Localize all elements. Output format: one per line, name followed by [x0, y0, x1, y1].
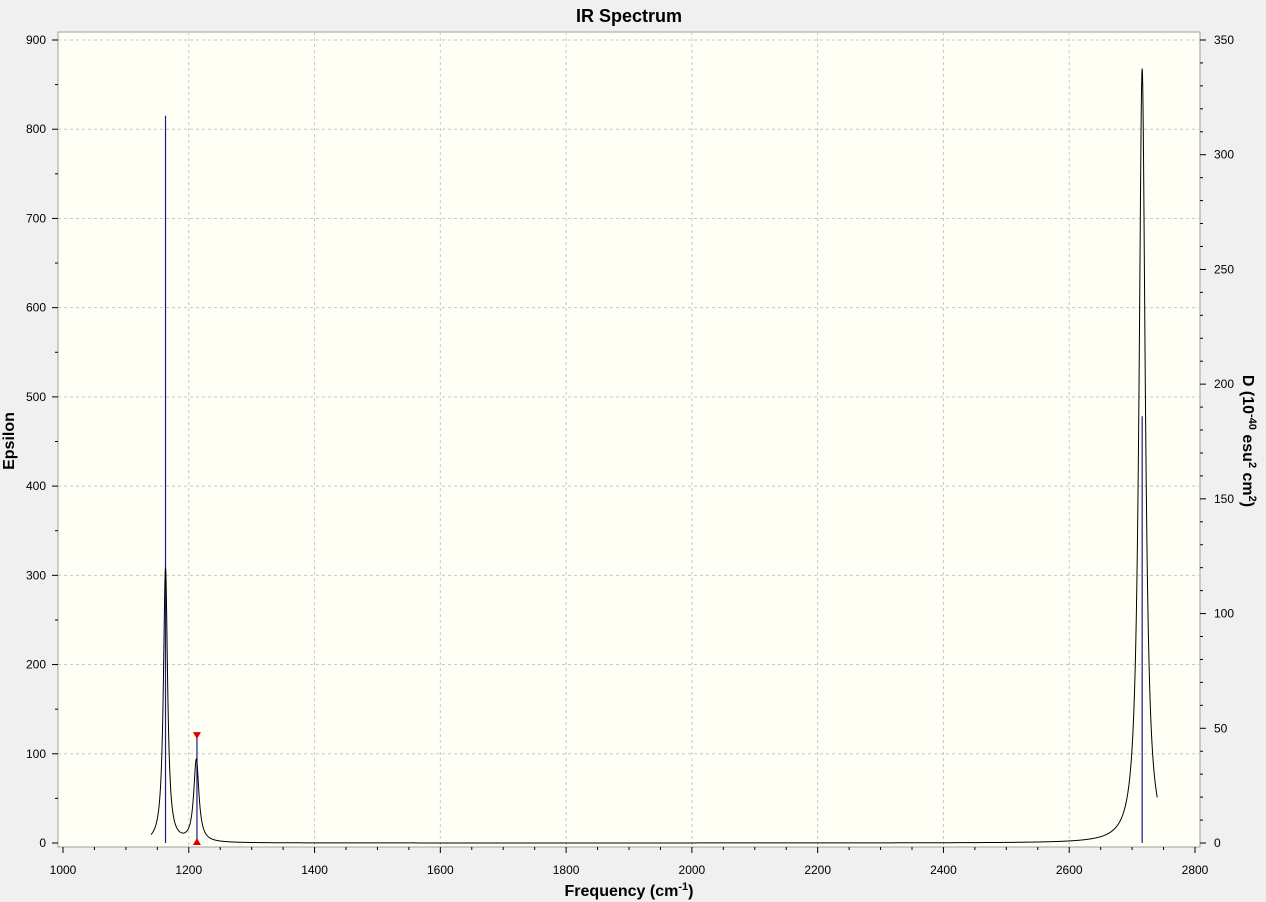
chart-title: IR Spectrum [576, 6, 682, 26]
y2-tick-label: 350 [1214, 33, 1234, 47]
x-tick-label: 1200 [175, 863, 202, 877]
y-tick-label: 600 [26, 301, 46, 315]
x-tick-label: 1800 [553, 863, 580, 877]
x-axis-title: Frequency (cm-1) [565, 881, 694, 900]
y2-tick-label: 150 [1214, 492, 1234, 506]
y-tick-label: 900 [26, 33, 46, 47]
y-axis-title: Epsilon [1, 412, 18, 470]
y-tick-label: 400 [26, 479, 46, 493]
x-tick-label: 2200 [804, 863, 831, 877]
x-tick-label: 2400 [930, 863, 957, 877]
x-tick-label: 2800 [1182, 863, 1209, 877]
y2-tick-label: 100 [1214, 607, 1234, 621]
x-tick-label: 1600 [427, 863, 454, 877]
x-axis: 1000 1200 1400 1600 1800 2000 2200 2400 2600 2800 [50, 847, 1209, 877]
y-axis-left: 0 100 200 300 400 500 600 700 800 900 [26, 33, 58, 850]
ir-spectrum-chart: IR Spectrum 1000 1200 1400 1600 1800 2000 2200… [1, 6, 1258, 900]
y-tick-label: 0 [39, 836, 46, 850]
y-tick-label: 700 [26, 211, 46, 225]
y2-tick-label: 50 [1214, 721, 1228, 735]
y-tick-label: 200 [26, 658, 46, 672]
x-tick-label: 2000 [679, 863, 706, 877]
y-axis-right: 0 50 100 150 200 250 300 350 [1200, 33, 1234, 850]
y2-tick-label: 300 [1214, 148, 1234, 162]
plot-area [57, 31, 1201, 848]
y2-axis-title: D (10-40 esu2 cm2) [1239, 375, 1258, 507]
x-tick-label: 1400 [301, 863, 328, 877]
y-tick-label: 500 [26, 390, 46, 404]
y2-tick-label: 0 [1214, 836, 1221, 850]
y-tick-label: 300 [26, 568, 46, 582]
y2-tick-label: 200 [1214, 377, 1234, 391]
x-tick-label: 1000 [50, 863, 77, 877]
y2-tick-label: 250 [1214, 262, 1234, 276]
y-tick-label: 800 [26, 122, 46, 136]
x-tick-label: 2600 [1056, 863, 1083, 877]
y-tick-label: 100 [26, 747, 46, 761]
